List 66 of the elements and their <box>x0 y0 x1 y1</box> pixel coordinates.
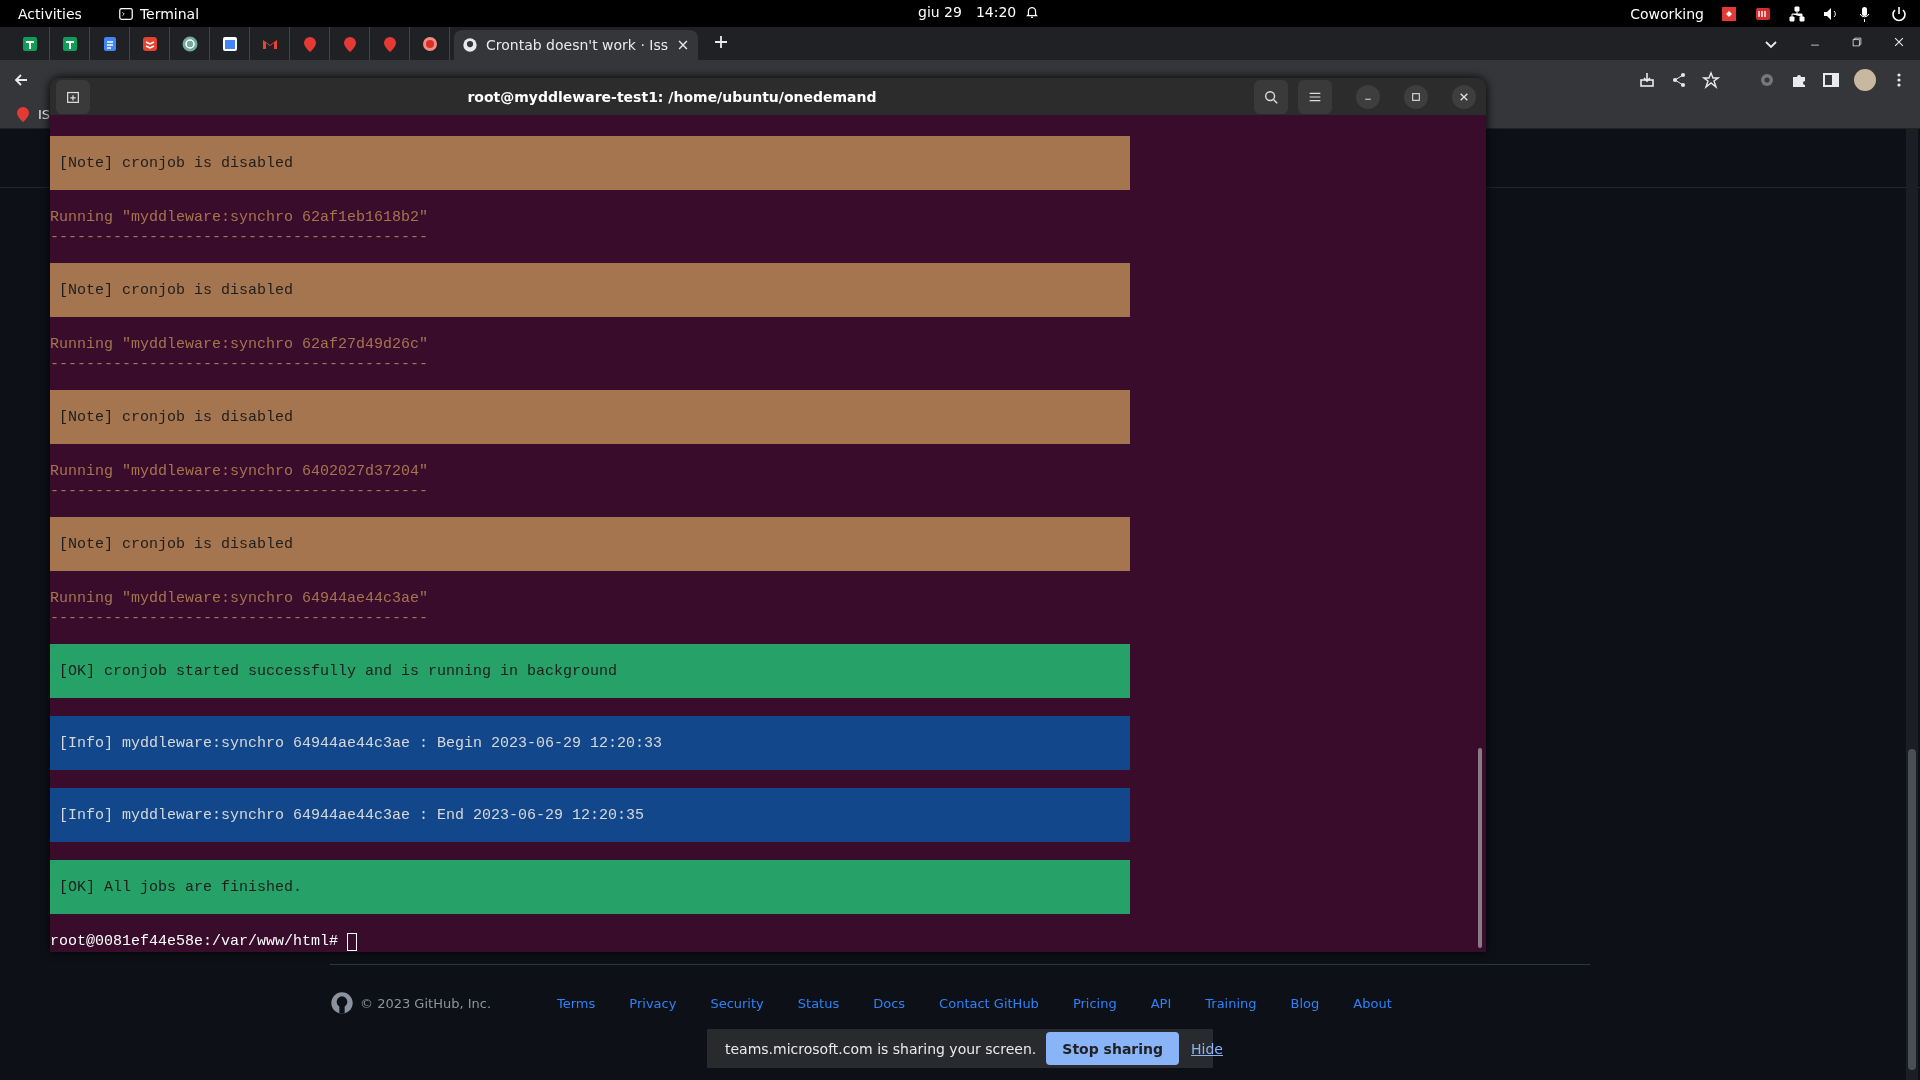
maximize-icon[interactable] <box>1411 91 1421 102</box>
footer-link[interactable]: Docs <box>873 995 906 1011</box>
new-tab-button[interactable] <box>56 79 90 114</box>
close-button[interactable] <box>1452 84 1476 109</box>
output-line: Running "myddleware:synchro 62af27d49d26c" <box>50 335 429 355</box>
copyright-text: © 2023 GitHub, Inc. <box>360 995 491 1011</box>
network-icon[interactable] <box>1788 4 1806 23</box>
shell-prompt: root@0081ef44e58e:/var/www/html# <box>50 932 339 952</box>
text-cursor <box>347 933 358 951</box>
scrollbar[interactable] <box>1906 129 1918 1080</box>
separator-line: ------------------------------------------ <box>50 609 429 629</box>
footer-link[interactable]: Terms <box>557 995 596 1011</box>
separator-line: ------------------------------------------ <box>50 482 429 502</box>
window-title: root@myddleware-test1: /home/ubuntu/onedemand <box>466 88 878 105</box>
sharing-message: teams.microsoft.com is sharing your screen. <box>725 1040 1037 1057</box>
clock[interactable]: 14:20 <box>975 4 1017 20</box>
bookmark-link[interactable]: IS <box>38 106 51 122</box>
success-message: [OK] cronjob started successfully and is running in background <box>50 644 1130 698</box>
menu-button[interactable] <box>1298 79 1332 114</box>
side-panel-icon[interactable] <box>1822 71 1840 89</box>
sheets-icon[interactable] <box>60 34 79 53</box>
footer-link[interactable]: Security <box>710 995 764 1011</box>
info-message: [Info] myddleware:synchro 64944ae44c3ae : End 2023-06-29 12:20:35 <box>50 788 1130 842</box>
install-icon[interactable] <box>1638 71 1656 89</box>
restore-icon[interactable] <box>1850 34 1864 49</box>
maximize-button[interactable] <box>1404 84 1428 109</box>
footer-link[interactable]: Blog <box>1290 995 1320 1011</box>
search-icon[interactable] <box>1263 88 1279 105</box>
close-icon[interactable] <box>1459 91 1469 102</box>
terminal-icon[interactable] <box>117 5 134 22</box>
app-name[interactable]: Terminal <box>139 5 200 22</box>
output-line: Running "myddleware:synchro 64944ae44c3ae" <box>50 589 429 609</box>
footer-link[interactable]: Status <box>797 995 840 1011</box>
calendar-icon[interactable] <box>220 34 239 53</box>
note-message: [Note] cronjob is disabled <box>50 136 1130 190</box>
note-message: [Note] cronjob is disabled <box>50 263 1130 317</box>
star-icon[interactable] <box>1702 71 1720 89</box>
footer-link[interactable]: API <box>1150 995 1172 1011</box>
footer-link[interactable]: Training <box>1205 995 1257 1011</box>
footer-link[interactable]: About <box>1353 995 1392 1011</box>
activities-button[interactable]: Activities <box>18 5 82 22</box>
output-line: Running "myddleware:synchro 6402027d37204" <box>50 462 429 482</box>
location-pin-icon[interactable] <box>14 105 32 123</box>
sheets-icon[interactable] <box>20 34 39 53</box>
clock[interactable]: giu 29 <box>918 4 962 20</box>
scrollbar[interactable] <box>1478 748 1482 948</box>
note-message: [Note] cronjob is disabled <box>50 517 1130 571</box>
success-message: [OK] All jobs are finished. <box>50 860 1130 914</box>
profile-avatar[interactable] <box>1854 69 1876 91</box>
separator-line: ------------------------------------------ <box>50 228 429 248</box>
output-line: Running "myddleware:synchro 62af1eb1618b2" <box>50 208 429 228</box>
hide-link[interactable]: Hide <box>1191 1040 1223 1057</box>
search-button[interactable] <box>1254 79 1288 114</box>
info-message: [Info] myddleware:synchro 64944ae44c3ae : Begin 2023-06-29 12:20:33 <box>50 716 1130 770</box>
share-icon[interactable] <box>1670 71 1688 89</box>
footer-link[interactable]: Contact GitHub <box>939 995 1039 1011</box>
record-icon[interactable] <box>420 34 439 53</box>
footer-link[interactable]: Privacy <box>629 995 677 1011</box>
stop-sharing-button[interactable]: Stop sharing <box>1046 1032 1180 1065</box>
separator-line: ------------------------------------------ <box>50 355 429 375</box>
workspace-indicator[interactable]: Coworking <box>1630 5 1704 22</box>
tray-app-icon[interactable] <box>1720 4 1738 23</box>
browser-tab[interactable]: Crontab doesn't work · Iss <box>454 30 699 60</box>
note-message: [Note] cronjob is disabled <box>50 390 1130 444</box>
footer-link[interactable]: Pricing <box>1072 995 1117 1011</box>
power-icon[interactable] <box>1890 4 1908 23</box>
